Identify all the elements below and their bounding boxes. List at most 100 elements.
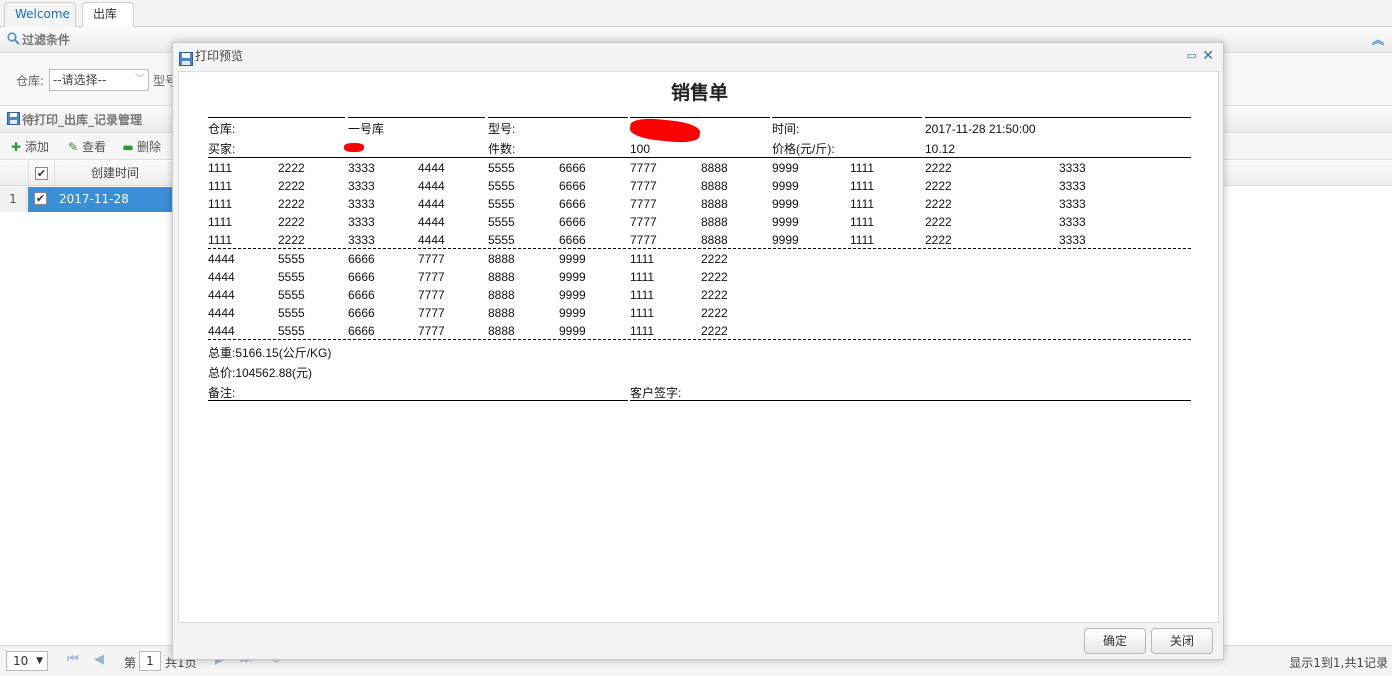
print-preview-dialog: 打印预览 ▭ ✕ 销售单 仓库: 一号库 型号: 时间: 2017-11-28 … [172,42,1224,660]
weight-cell: 7777 [418,288,445,302]
redaction-mark [344,143,364,152]
block-separator [208,248,1191,249]
select-all-checkbox[interactable]: ✔ [35,167,48,180]
first-page-icon[interactable]: ⏮ [67,652,79,667]
header-bottom-rule [208,157,1191,158]
weight-cell: 9999 [559,324,586,338]
weight-cell: 8888 [701,233,728,247]
weight-cell: 1111 [850,215,875,229]
weight-cell: 8888 [701,161,728,175]
weight-cell: 2222 [701,288,728,302]
page-size-select[interactable]: 10 ▼ [6,651,48,671]
weight-cell: 4444 [208,288,235,302]
weight-cell: 3333 [1059,215,1086,229]
maximize-icon[interactable]: ▭ [1187,43,1197,69]
weight-cell: 4444 [208,252,235,266]
weight-cell: 6666 [559,161,586,175]
weight-cell: 5555 [488,233,515,247]
delete-button[interactable]: ▬ 删除 [121,139,161,155]
add-button[interactable]: ✚ 添加 [9,139,49,155]
weight-cell: 4444 [418,161,445,175]
signature-rule [630,400,1191,401]
tab-bar: Welcome 出库× [0,0,1392,44]
collapse-up-icon[interactable]: ︽ [1372,27,1384,53]
weight-cell: 2222 [278,161,305,175]
total-weight: 总重:5166.15(公斤/KG) [208,346,332,360]
weight-cell: 8888 [488,252,515,266]
close-button[interactable]: 关闭 [1151,628,1213,654]
weight-cell: 8888 [488,324,515,338]
weight-cell: 1111 [850,197,875,211]
weight-cell: 9999 [559,306,586,320]
tab-outbound-label: 出库 [93,7,118,21]
weight-cell: 8888 [488,306,515,320]
confirm-button[interactable]: 确定 [1084,628,1146,654]
warehouse-select[interactable]: --请选择-- ﹀ [49,69,149,91]
weight-cell: 1111 [208,233,233,247]
weight-cell: 5555 [278,288,305,302]
add-icon: ✚ [10,140,22,154]
remark-rule [208,400,628,401]
tab-welcome[interactable]: Welcome [4,2,76,27]
page-number-input[interactable]: 1 [139,651,161,671]
search-icon [7,28,20,54]
weight-cell: 4444 [418,179,445,193]
created-time-header[interactable]: 创建时间 [56,161,174,186]
redaction-mark [629,116,701,145]
save-icon [7,108,20,134]
weight-cell: 6666 [559,197,586,211]
save-icon [179,49,193,66]
weight-cell: 4444 [208,270,235,284]
weight-cell: 2222 [278,215,305,229]
warehouse-label: 仓库: [208,122,236,136]
weight-cell: 9999 [772,161,799,175]
weight-cell: 2222 [925,215,952,229]
weight-cell: 1111 [850,179,875,193]
block-separator [208,339,1191,340]
weight-cell: 7777 [630,161,657,175]
weight-cell: 1111 [630,288,655,302]
weight-cell: 9999 [772,179,799,193]
warehouse-filter-label: 仓库: [16,74,45,88]
weight-cell: 6666 [348,252,375,266]
weight-cell: 3333 [348,197,375,211]
weight-cell: 3333 [1059,161,1086,175]
weight-cell: 1111 [208,161,233,175]
row-checkbox[interactable]: ✔ [34,192,47,205]
weight-cell: 1111 [630,270,655,284]
weight-cell: 3333 [348,233,375,247]
weight-cell: 7777 [418,324,445,338]
weight-cell: 3333 [1059,233,1086,247]
header-rule [348,117,485,118]
weight-cell: 2222 [925,161,952,175]
weight-cell: 6666 [348,270,375,284]
view-button[interactable]: ✎ 查看 [66,139,106,155]
chevron-down-icon: ▼ [36,656,43,666]
weight-cell: 6666 [348,288,375,302]
weight-cell: 3333 [348,161,375,175]
dialog-footer: 确定 关闭 [173,623,1223,659]
selected-row-cells[interactable]: ✔ 2017-11-28 21:50:00 [28,187,174,231]
weight-cell: 3333 [1059,197,1086,211]
weight-cell: 3333 [1059,179,1086,193]
row-number: 1 [0,187,27,212]
weight-cell: 7777 [418,306,445,320]
prev-page-icon[interactable]: ◀ [94,652,104,667]
count-label: 件数: [488,142,516,156]
tab-outbound[interactable]: 出库× [82,2,134,44]
edit-icon: ✎ [67,140,79,154]
weight-cell: 3333 [348,215,375,229]
weight-cell: 8888 [488,288,515,302]
weight-cell: 5555 [278,306,305,320]
dialog-titlebar[interactable]: 打印预览 ▭ ✕ [173,43,1223,69]
close-icon[interactable]: ✕ [1202,43,1214,69]
delete-button-label: 删除 [137,140,162,154]
weight-cell: 4444 [418,233,445,247]
weight-cell: 7777 [630,233,657,247]
price-label: 价格(元/斤): [772,142,835,156]
weight-cell: 8888 [488,270,515,284]
weight-cell: 8888 [701,197,728,211]
remark-label: 备注: [208,386,236,400]
weight-cell: 3333 [348,179,375,193]
warehouse-select-value: --请选择-- [53,73,107,87]
